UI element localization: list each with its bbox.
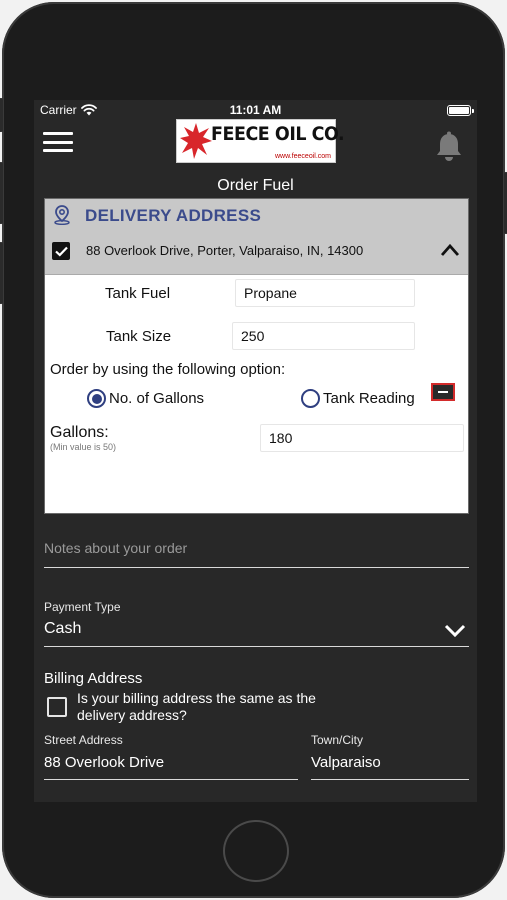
battery-icon bbox=[447, 105, 474, 116]
town-city-value: Valparaiso bbox=[311, 754, 381, 771]
gallons-hint: (Min value is 50) bbox=[50, 442, 117, 452]
delivery-address-text: 88 Overlook Drive, Porter, Valparaiso, I… bbox=[86, 243, 364, 258]
delivery-address-heading: DELIVERY ADDRESS bbox=[85, 206, 262, 225]
tank-size-label: Tank Size bbox=[106, 328, 172, 345]
radio-tank-reading-label: Tank Reading bbox=[323, 390, 415, 407]
gallons-label: Gallons: bbox=[50, 424, 109, 441]
page-title: Order Fuel bbox=[217, 177, 294, 194]
chevron-up-icon[interactable] bbox=[440, 243, 460, 257]
hamburger-menu-icon[interactable] bbox=[43, 132, 73, 152]
delivery-address-card: DELIVERY ADDRESS 88 Overlook Drive, Port… bbox=[44, 198, 469, 514]
logo-starburst-icon bbox=[180, 123, 212, 159]
payment-type-select[interactable]: Cash bbox=[44, 620, 469, 647]
tank-size-field[interactable]: 250 bbox=[232, 322, 415, 350]
volume-up-button bbox=[0, 162, 3, 224]
location-pin-icon bbox=[54, 205, 70, 225]
billing-address-heading: Billing Address bbox=[44, 670, 143, 687]
minus-icon bbox=[438, 391, 448, 393]
order-option-prompt: Order by using the following option: bbox=[50, 361, 286, 378]
town-city-input[interactable]: Valparaiso bbox=[311, 754, 469, 780]
radio-unselected-icon bbox=[301, 389, 320, 408]
delivery-address-checkbox[interactable] bbox=[52, 242, 70, 260]
logo-url: www.feeceoil.com bbox=[274, 153, 331, 160]
notification-bell-icon[interactable] bbox=[432, 130, 466, 164]
chevron-down-icon[interactable] bbox=[444, 624, 466, 638]
payment-type-label: Payment Type bbox=[44, 600, 121, 614]
radio-no-of-gallons[interactable]: No. of Gallons bbox=[87, 389, 204, 408]
street-address-value: 88 Overlook Drive bbox=[44, 754, 165, 771]
billing-same-question-line1: Is your billing address the same as the bbox=[77, 690, 316, 706]
billing-same-question-line2: delivery address? bbox=[77, 707, 187, 723]
status-bar: Carrier 11:01 AM bbox=[34, 100, 477, 120]
app-screen: Carrier 11:01 AM FEECE OIL CO. www.feece… bbox=[34, 100, 477, 802]
status-time: 11:01 AM bbox=[229, 103, 282, 117]
gallons-field[interactable]: 180 bbox=[260, 424, 464, 452]
radio-selected-icon bbox=[87, 389, 106, 408]
radio-no-of-gallons-label: No. of Gallons bbox=[109, 390, 205, 407]
volume-down-button bbox=[0, 242, 3, 304]
town-city-label: Town/City bbox=[311, 733, 364, 747]
home-button[interactable] bbox=[223, 820, 289, 882]
checkmark-icon bbox=[54, 246, 68, 257]
logo-text: FEECE OIL CO. bbox=[211, 123, 345, 145]
mute-switch bbox=[0, 98, 3, 132]
tank-fuel-label: Tank Fuel bbox=[105, 285, 171, 302]
street-address-input[interactable]: 88 Overlook Drive bbox=[44, 754, 298, 780]
phone-frame: Carrier 11:01 AM FEECE OIL CO. www.feece… bbox=[0, 2, 507, 898]
delivery-address-header: DELIVERY ADDRESS 88 Overlook Drive, Port… bbox=[45, 199, 468, 275]
payment-type-value: Cash bbox=[44, 620, 82, 637]
remove-tank-button[interactable] bbox=[431, 383, 455, 401]
radio-tank-reading[interactable]: Tank Reading bbox=[301, 389, 415, 408]
street-address-label: Street Address bbox=[44, 733, 123, 747]
company-logo: FEECE OIL CO. www.feeceoil.com bbox=[176, 119, 345, 163]
billing-same-checkbox[interactable] bbox=[47, 697, 67, 717]
order-notes-placeholder: Notes about your order bbox=[44, 540, 188, 556]
order-notes-input[interactable]: Notes about your order bbox=[44, 540, 469, 568]
tank-fuel-field[interactable]: Propane bbox=[235, 279, 415, 307]
